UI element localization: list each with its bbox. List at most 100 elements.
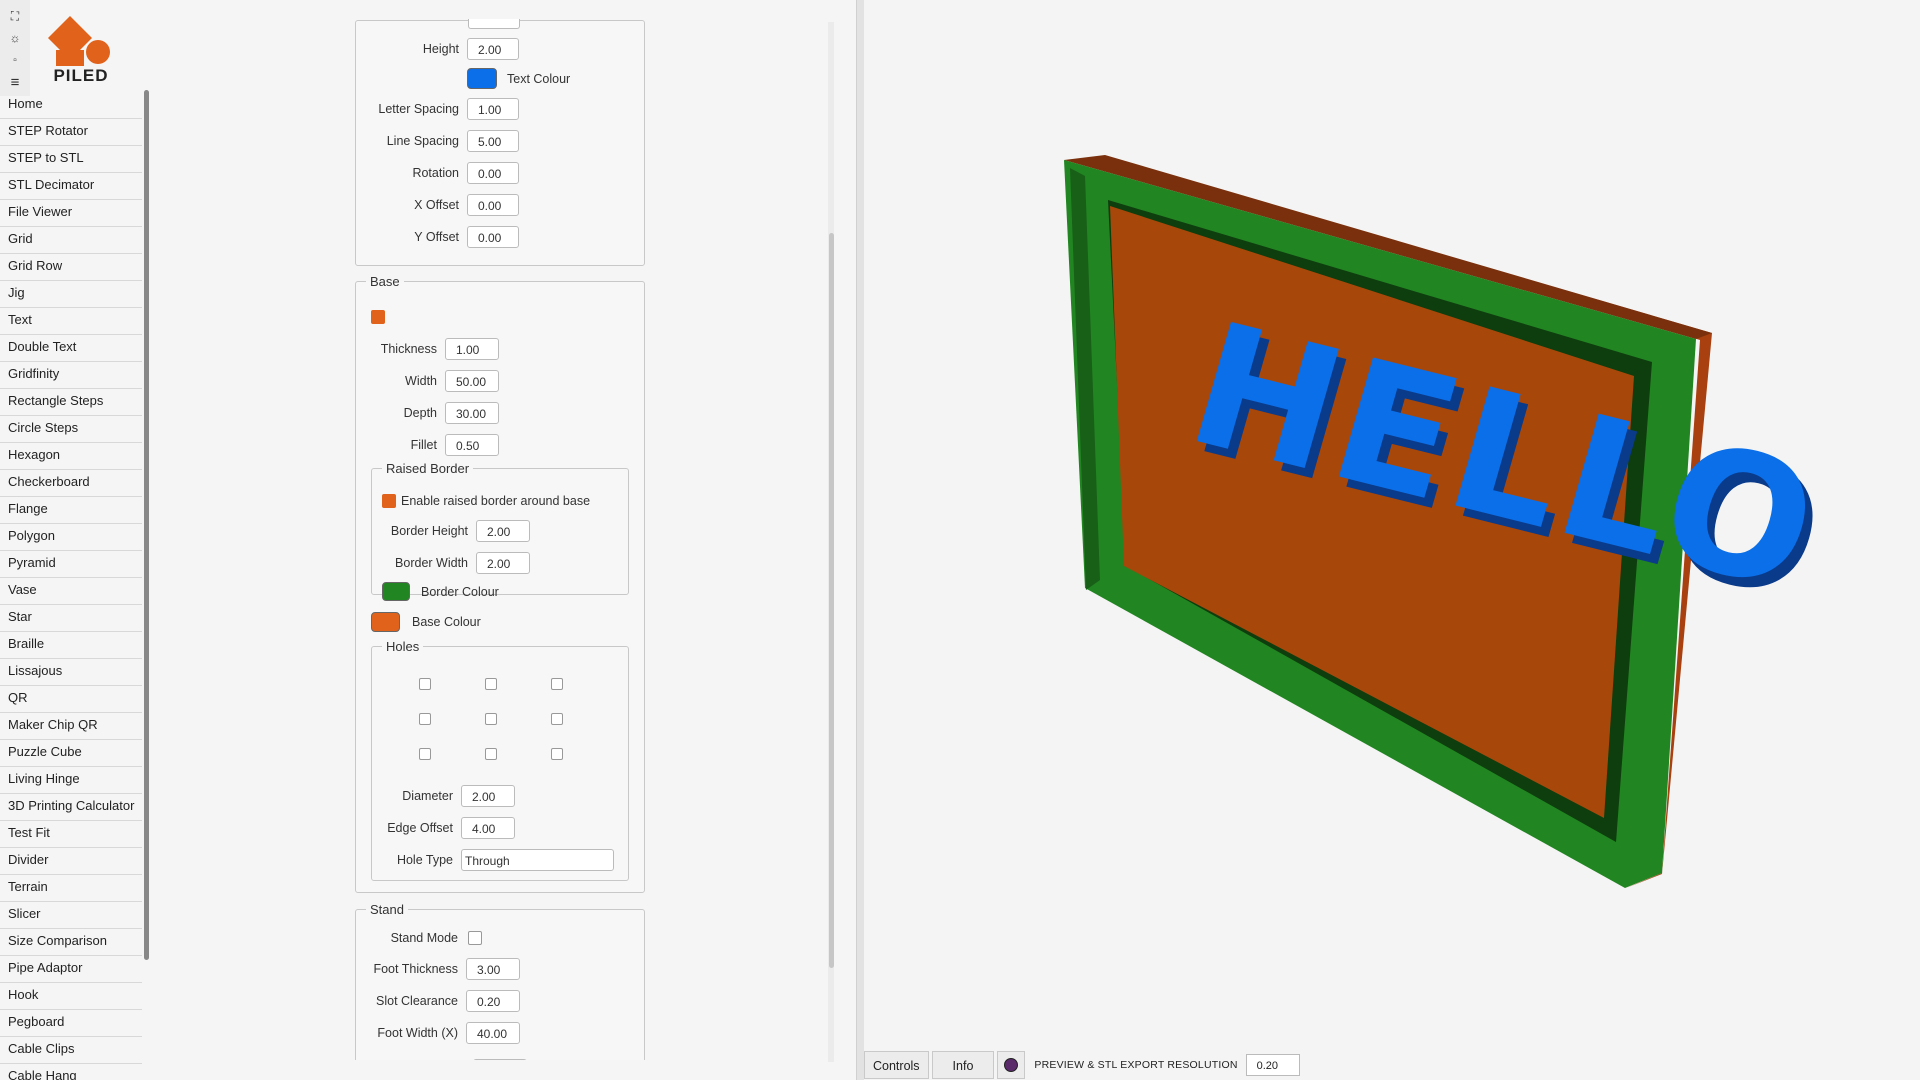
sidebar-item-grid-row[interactable]: Grid Row — [0, 254, 142, 281]
border-width-input[interactable]: 2.00 — [476, 552, 530, 574]
sun-icon[interactable]: ☼ — [7, 30, 23, 46]
sidebar-item-home[interactable]: Home — [0, 92, 142, 119]
sidebar-item-file-viewer[interactable]: File Viewer — [0, 200, 142, 227]
theme-button[interactable] — [997, 1051, 1026, 1079]
line-spacing-input[interactable]: 5.00 — [467, 130, 519, 152]
hole-checkbox-bottom-center[interactable] — [485, 748, 497, 760]
info-button[interactable]: Info — [931, 1051, 995, 1079]
edge-offset-input[interactable]: 4.00 — [461, 817, 515, 839]
hole-type-select[interactable]: Through — [461, 849, 614, 871]
sidebar-item-maker-chip-qr[interactable]: Maker Chip QR — [0, 713, 142, 740]
stand-mode-checkbox[interactable] — [468, 931, 482, 945]
rotation-input[interactable]: 0.00 — [467, 162, 519, 184]
sidebar-item-vase[interactable]: Vase — [0, 578, 142, 605]
text-colour-label: Text Colour — [507, 71, 571, 86]
sidebar-item-qr[interactable]: QR — [0, 686, 142, 713]
hole-checkbox-bottom-left[interactable] — [419, 748, 431, 760]
sidebar-item-hexagon[interactable]: Hexagon — [0, 443, 142, 470]
line-spacing-label: Line Spacing — [386, 134, 459, 148]
sidebar-item-pipe-adaptor[interactable]: Pipe Adaptor — [0, 956, 142, 983]
sidebar-item-polygon[interactable]: Polygon — [0, 524, 142, 551]
border-colour-swatch[interactable] — [382, 582, 410, 601]
hole-checkbox-middle-left[interactable] — [419, 713, 431, 725]
height-label: Height — [422, 42, 459, 56]
fillet-input[interactable]: 0.50 — [445, 434, 499, 456]
holes-fieldset: Holes Diameter 2.00 Edge Offset 4.00 Hole … — [371, 639, 629, 881]
sidebar-item-hook[interactable]: Hook — [0, 983, 142, 1010]
sidebar-item-slicer[interactable]: Slicer — [0, 902, 142, 929]
hole-checkbox-middle-right[interactable] — [551, 713, 563, 725]
sidebar-item-living-hinge[interactable]: Living Hinge — [0, 767, 142, 794]
base-colour-swatch[interactable] — [371, 612, 400, 632]
sidebar-item-terrain[interactable]: Terrain — [0, 875, 142, 902]
depth-input[interactable]: 30.00 — [445, 402, 499, 424]
hole-checkbox-middle-center[interactable] — [485, 713, 497, 725]
diameter-input[interactable]: 2.00 — [461, 785, 515, 807]
foot-thickness-input[interactable]: 3.00 — [466, 958, 520, 980]
raised-border-enable-label: Enable raised border around base — [401, 494, 591, 508]
stand-legend: Stand — [370, 902, 404, 917]
sidebar-item-text[interactable]: Text — [0, 308, 142, 335]
y-offset-input[interactable]: 0.00 — [467, 226, 519, 248]
y-offset-label: Y Offset — [414, 230, 459, 244]
expand-icon[interactable]: ⛶ — [7, 8, 23, 24]
hole-checkbox-bottom-right[interactable] — [551, 748, 563, 760]
text-top-input[interactable] — [468, 19, 520, 29]
holes-legend: Holes — [386, 639, 420, 654]
sidebar-scrollbar[interactable] — [144, 90, 149, 960]
sidebar-item-pegboard[interactable]: Pegboard — [0, 1010, 142, 1037]
stand-mode-label: Stand Mode — [390, 931, 458, 945]
hole-checkbox-top-left[interactable] — [419, 678, 431, 690]
x-offset-input[interactable]: 0.00 — [467, 194, 519, 216]
sidebar-item-rectangle-steps[interactable]: Rectangle Steps — [0, 389, 142, 416]
stand-next-input[interactable] — [473, 1059, 527, 1060]
border-colour-label: Border Colour — [421, 584, 499, 599]
thickness-label: Thickness — [380, 342, 437, 356]
panel-scrollbar-thumb[interactable] — [829, 233, 834, 968]
sidebar-item-double-text[interactable]: Double Text — [0, 335, 142, 362]
fillet-label: Fillet — [410, 438, 437, 452]
height-input[interactable]: 2.00 — [467, 38, 519, 60]
sidebar-item-puzzle-cube[interactable]: Puzzle Cube — [0, 740, 142, 767]
sidebar-item-jig[interactable]: Jig — [0, 281, 142, 308]
sidebar-item-cable-clips[interactable]: Cable Clips — [0, 1037, 142, 1064]
letter-spacing-input[interactable]: 1.00 — [467, 98, 519, 120]
sidebar-item-grid[interactable]: Grid — [0, 227, 142, 254]
sidebar-item-braille[interactable]: Braille — [0, 632, 142, 659]
slot-clearance-input[interactable]: 0.20 — [466, 990, 520, 1012]
thickness-input[interactable]: 1.00 — [445, 338, 499, 360]
sidebar-item-star[interactable]: Star — [0, 605, 142, 632]
resolution-input[interactable]: 0.20 — [1245, 1054, 1300, 1076]
sidebar-item-checkerboard[interactable]: Checkerboard — [0, 470, 142, 497]
text-fieldset: Height 2.00 Text Colour Letter Spacing 1.0… — [355, 19, 645, 266]
sidebar-item-step-rotator[interactable]: STEP Rotator — [0, 119, 142, 146]
width-input[interactable]: 50.00 — [445, 370, 499, 392]
foot-width-input[interactable]: 40.00 — [466, 1022, 520, 1044]
sidebar-item-cable-hang[interactable]: Cable Hang — [0, 1064, 142, 1080]
sidebar-item-3d-printing-calculator[interactable]: 3D Printing Calculator — [0, 794, 142, 821]
sidebar-item-divider[interactable]: Divider — [0, 848, 142, 875]
sidebar-item-pyramid[interactable]: Pyramid — [0, 551, 142, 578]
base-enable-checkbox[interactable] — [371, 310, 385, 324]
raised-border-checkbox[interactable] — [382, 494, 396, 508]
3d-viewport[interactable]: HELLO HELLO — [864, 0, 1920, 1080]
sidebar-item-flange[interactable]: Flange — [0, 497, 142, 524]
sidebar-item-size-comparison[interactable]: Size Comparison — [0, 929, 142, 956]
sidebar-item-test-fit[interactable]: Test Fit — [0, 821, 142, 848]
window-icon[interactable]: ▫ — [7, 52, 23, 68]
sidebar-item-step-to-stl[interactable]: STEP to STL — [0, 146, 142, 173]
hole-checkbox-top-center[interactable] — [485, 678, 497, 690]
hole-checkbox-top-right[interactable] — [551, 678, 563, 690]
border-height-label: Border Height — [390, 524, 468, 538]
stand-fieldset: Stand Stand Mode Foot Thickness 3.00 Slot… — [355, 902, 645, 1060]
controls-button[interactable]: Controls — [864, 1051, 929, 1079]
sidebar-item-stl-decimator[interactable]: STL Decimator — [0, 173, 142, 200]
text-colour-swatch[interactable] — [467, 68, 497, 89]
menu-icon[interactable]: ≡ — [7, 74, 23, 91]
foot-thickness-label: Foot Thickness — [373, 962, 458, 976]
sidebar-nav: Home STEP Rotator STEP to STL STL Decimator… — [0, 92, 142, 1080]
sidebar-item-lissajous[interactable]: Lissajous — [0, 659, 142, 686]
border-height-input[interactable]: 2.00 — [476, 520, 530, 542]
sidebar-item-gridfinity[interactable]: Gridfinity — [0, 362, 142, 389]
sidebar-item-circle-steps[interactable]: Circle Steps — [0, 416, 142, 443]
